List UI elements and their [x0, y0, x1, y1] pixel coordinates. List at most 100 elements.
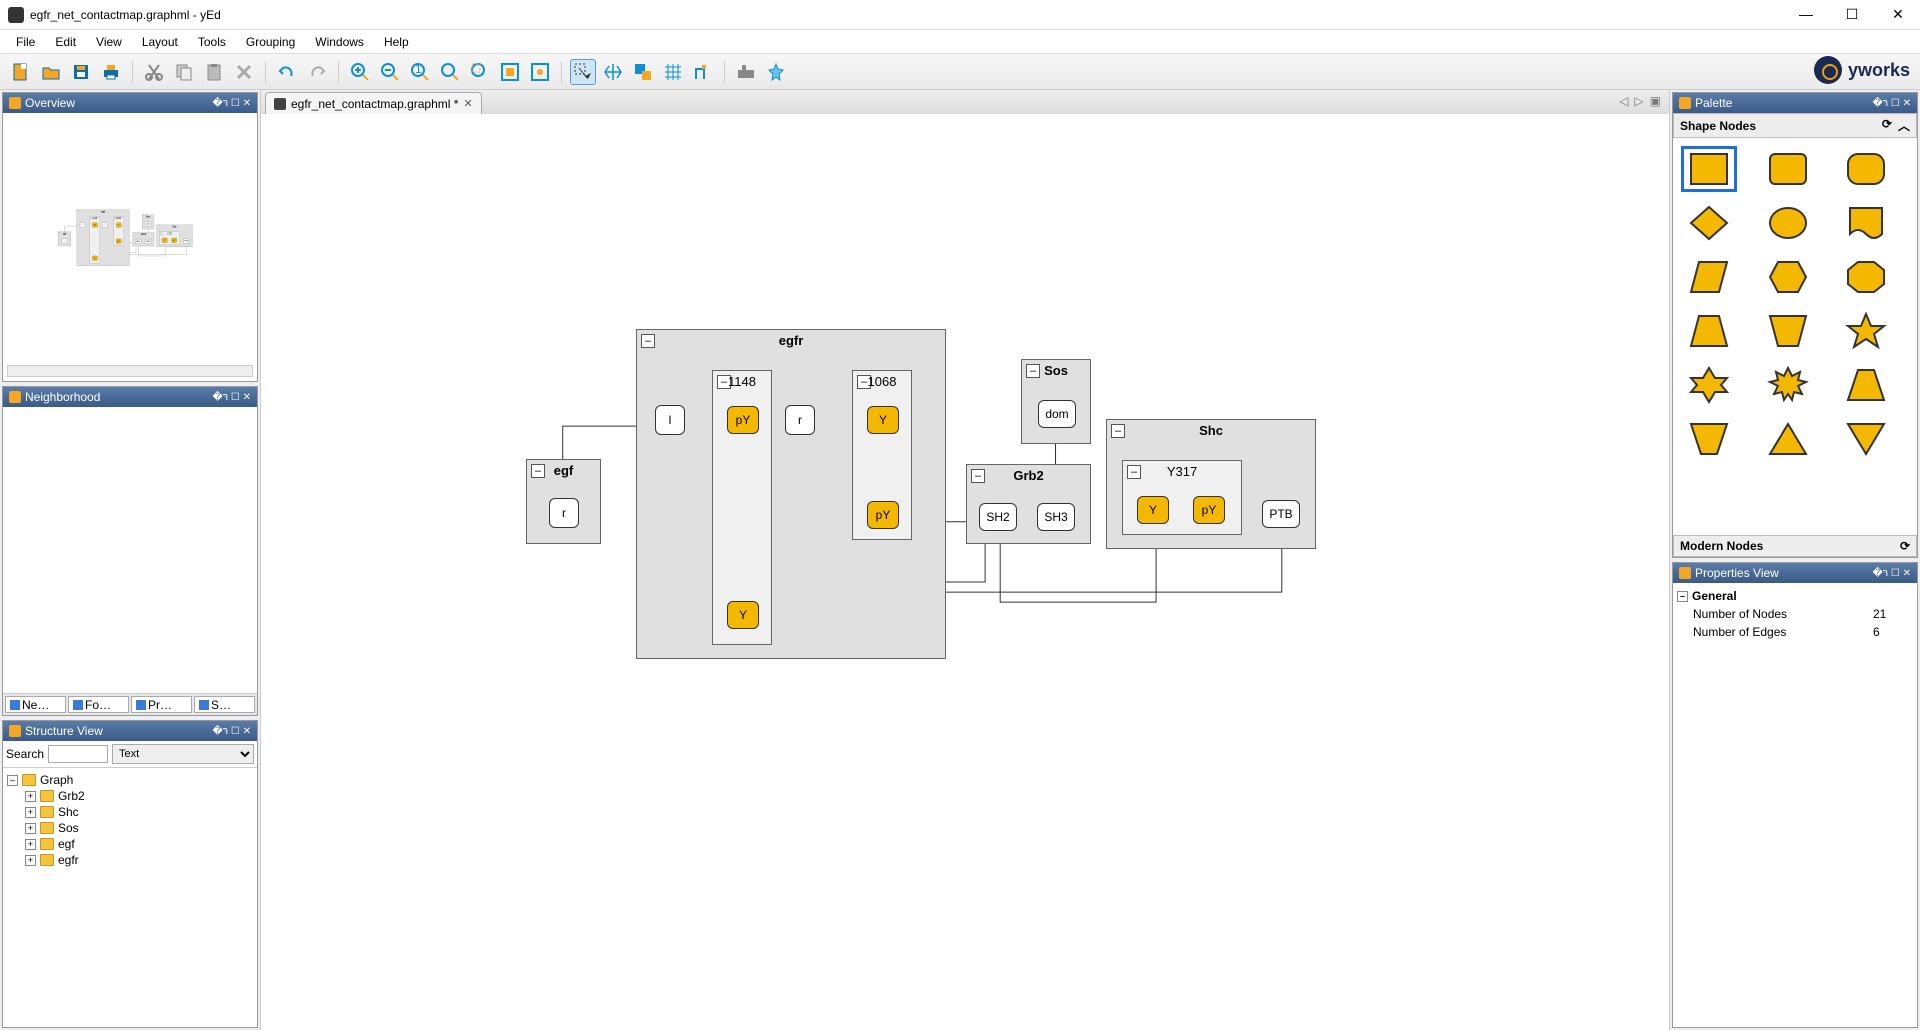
group-egfr[interactable]: – egfr l r – 1148 pY Y – 1068 Y pY [77, 210, 130, 266]
new-document-button[interactable] [8, 59, 34, 85]
node-egf-r[interactable]: r [62, 238, 67, 243]
shape-rounded-rect-large[interactable] [1838, 146, 1894, 192]
menu-help[interactable]: Help [374, 32, 419, 52]
tab-next-button[interactable]: ▷ [1634, 94, 1643, 108]
layout-button[interactable] [733, 59, 759, 85]
shape-star5[interactable] [1838, 308, 1894, 354]
menu-view[interactable]: View [86, 32, 132, 52]
zoom-out-button[interactable] [377, 59, 403, 85]
shape-rectangle[interactable] [1681, 146, 1737, 192]
open-button[interactable] [38, 59, 64, 85]
shape-fat-arrow[interactable] [1838, 362, 1894, 408]
group-grb2[interactable]: – Grb2 SH2 SH3 [133, 233, 154, 247]
node-sos-dom[interactable]: dom [145, 222, 151, 227]
redo-button[interactable] [304, 59, 330, 85]
undo-button[interactable] [274, 59, 300, 85]
tree-item[interactable]: egfr [58, 853, 79, 867]
orthogonal-button[interactable] [690, 59, 716, 85]
node-shc-ptb[interactable]: PTB [183, 239, 189, 244]
expander-icon[interactable]: – [7, 775, 18, 786]
shape-star6[interactable] [1681, 362, 1737, 408]
tab-prev-button[interactable]: ◁ [1619, 94, 1628, 108]
cut-button[interactable] [141, 59, 167, 85]
shape-star8[interactable] [1760, 362, 1816, 408]
group-egf[interactable]: – egf r [526, 459, 601, 544]
tree-root[interactable]: Graph [40, 773, 73, 787]
local-view-button[interactable] [527, 59, 553, 85]
overview-controls[interactable]: �רּ ☐ ✕ [212, 98, 251, 109]
node-grb2-sh3[interactable]: SH3 [1037, 503, 1075, 531]
structure-tree[interactable]: –Graph +Grb2 +Shc +Sos +egf +egfr [3, 768, 257, 872]
zoom-reset-button[interactable]: 1 [407, 59, 433, 85]
node-egfr-r[interactable]: r [785, 405, 815, 435]
menu-grouping[interactable]: Grouping [236, 32, 305, 52]
node-grb2-sh2[interactable]: SH2 [979, 503, 1017, 531]
node-y317-pY[interactable]: pY [1193, 496, 1225, 524]
copy-button[interactable] [171, 59, 197, 85]
shape-document[interactable] [1838, 200, 1894, 246]
tree-item[interactable]: egf [58, 837, 75, 851]
shape-triangle-down[interactable] [1838, 416, 1894, 462]
document-tab[interactable]: egfr_net_contactmap.graphml * ✕ [265, 92, 482, 114]
minimize-button[interactable]: — [1792, 6, 1820, 23]
search-mode-select[interactable]: Text [112, 744, 254, 764]
node-grb2-sh3[interactable]: SH3 [145, 239, 151, 244]
grid-button[interactable] [660, 59, 686, 85]
node-1148-pY[interactable]: pY [92, 223, 97, 228]
shape-triangle-up[interactable] [1760, 416, 1816, 462]
group-sos[interactable]: – Sos dom [142, 215, 154, 229]
maximize-button[interactable]: ☐ [1838, 6, 1866, 23]
palette-section-modern[interactable]: Modern Nodes [1680, 539, 1763, 553]
expander-icon[interactable]: + [25, 839, 36, 850]
shape-ellipse[interactable] [1760, 200, 1816, 246]
node-sos-dom[interactable]: dom [1038, 400, 1076, 428]
zoom-fit-button[interactable] [437, 59, 463, 85]
node-1068-Y[interactable]: Y [116, 223, 121, 228]
expander-icon[interactable]: + [25, 823, 36, 834]
tab-predecessors[interactable]: Pr… [131, 696, 192, 713]
node-1148-Y[interactable]: Y [727, 601, 759, 629]
menu-tools[interactable]: Tools [188, 32, 236, 52]
group-egfr[interactable]: – egfr l r – 1148 pY Y – 1068 Y pY [636, 329, 946, 659]
shape-trapezoid-down[interactable] [1760, 308, 1816, 354]
node-1068-pY[interactable]: pY [116, 239, 121, 244]
tree-item[interactable]: Grb2 [58, 789, 85, 803]
properties-controls[interactable]: �רּ ☐ ✕ [1872, 568, 1911, 579]
palette-refresh-icon[interactable]: ⟳ [1882, 117, 1892, 134]
shape-octagon[interactable] [1838, 254, 1894, 300]
expander-icon[interactable]: + [25, 855, 36, 866]
zoom-selection-button[interactable] [467, 59, 493, 85]
group-y317[interactable]: – Y317 Y pY [1122, 460, 1242, 535]
group-shc[interactable]: – Shc – Y317 Y pY PTB [157, 225, 193, 247]
search-input[interactable] [48, 745, 108, 763]
group-1068[interactable]: – 1068 Y pY [113, 217, 123, 246]
close-button[interactable]: ✕ [1884, 6, 1912, 23]
menu-edit[interactable]: Edit [45, 32, 86, 52]
node-y317-Y[interactable]: Y [1137, 496, 1169, 524]
tab-list-button[interactable]: ▣ [1650, 94, 1661, 108]
palette-section-shape[interactable]: Shape Nodes [1680, 119, 1756, 133]
node-1148-pY[interactable]: pY [727, 406, 759, 434]
tree-item[interactable]: Sos [58, 821, 79, 835]
zoom-in-button[interactable] [347, 59, 373, 85]
menu-layout[interactable]: Layout [132, 32, 188, 52]
tree-item[interactable]: Shc [58, 805, 79, 819]
node-1068-pY[interactable]: pY [867, 501, 899, 529]
node-y317-pY[interactable]: pY [171, 238, 176, 243]
overview-scrollbar[interactable] [7, 365, 253, 377]
magnify-mode-button[interactable] [630, 59, 656, 85]
group-sos[interactable]: – Sos dom [1021, 359, 1091, 444]
shape-diamond[interactable] [1681, 200, 1737, 246]
expander-icon[interactable]: – [1677, 591, 1688, 602]
palette-scroll-up-icon[interactable]: ︿ [1898, 117, 1910, 134]
group-shc[interactable]: – Shc – Y317 Y pY PTB [1106, 419, 1316, 549]
group-y317[interactable]: – Y317 Y pY [159, 232, 179, 245]
canvas[interactable]: – egf r – egfr l r – 1148 pY Y – 1068 [261, 114, 1669, 1030]
neighborhood-controls[interactable]: �רּ ☐ ✕ [212, 392, 251, 403]
palette-controls[interactable]: �רּ ☐ ✕ [1872, 98, 1911, 109]
shape-trapezoid-up[interactable] [1681, 308, 1737, 354]
edit-mode-button[interactable] [570, 59, 596, 85]
auto-layout-button[interactable] [763, 59, 789, 85]
node-y317-Y[interactable]: Y [162, 238, 167, 243]
group-1148[interactable]: – 1148 pY Y [712, 370, 772, 645]
